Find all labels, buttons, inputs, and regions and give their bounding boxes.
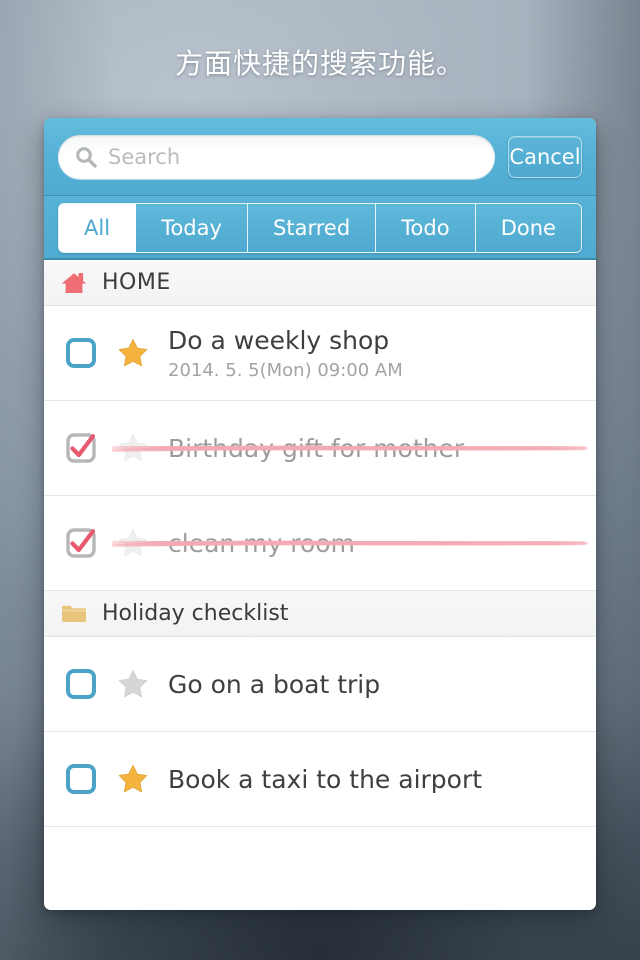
task-title: Do a weekly shop [168, 325, 390, 355]
segmented-control: All Today Starred Todo Done [58, 203, 582, 253]
cancel-button[interactable]: Cancel [508, 136, 582, 178]
star-icon[interactable] [116, 762, 150, 796]
task-text: Birthday gift for mother [112, 433, 588, 463]
filter-tab-bar: All Today Starred Todo Done [44, 196, 596, 260]
tab-starred[interactable]: Starred [248, 204, 377, 252]
section-label: HOME [102, 270, 171, 295]
section-label: Holiday checklist [102, 601, 289, 626]
task-row[interactable]: clean my room [44, 496, 596, 591]
star-icon[interactable] [116, 336, 150, 370]
page-caption: 方面快捷的搜索功能。 [174, 47, 465, 80]
tab-todo[interactable]: Todo [376, 204, 476, 252]
task-text: Go on a boat trip [168, 670, 578, 699]
task-text: Do a weekly shop 2014. 5. 5(Mon) 09:00 AM [168, 326, 578, 381]
checkbox-checked[interactable] [66, 433, 96, 463]
star-icon[interactable] [116, 526, 150, 560]
star-icon[interactable] [116, 431, 150, 465]
tab-done[interactable]: Done [475, 204, 581, 252]
folder-icon [62, 605, 86, 622]
task-title: Book a taxi to the airport [168, 764, 483, 794]
search-bar: Search Cancel [44, 118, 596, 196]
checkbox-checked[interactable] [66, 528, 96, 558]
task-title: Go on a boat trip [168, 669, 381, 699]
search-icon [76, 147, 97, 168]
checkbox-unchecked[interactable] [66, 764, 96, 794]
task-due-date: 2014. 5. 5(Mon) 09:00 AM [168, 359, 403, 381]
home-icon [61, 272, 87, 293]
app-card: Search Cancel All Today Starred Todo Done HO… [44, 118, 596, 910]
task-text: clean my room [112, 528, 588, 558]
task-text: Book a taxi to the airport [168, 765, 578, 794]
list-empty-space [44, 827, 596, 910]
checkbox-unchecked[interactable] [66, 338, 96, 368]
search-placeholder: Search [108, 145, 181, 169]
search-input[interactable]: Search [58, 135, 495, 179]
task-row[interactable]: Birthday gift for mother [44, 401, 596, 496]
section-header-holiday-checklist[interactable]: Holiday checklist [44, 591, 596, 637]
task-list: HOME Do a weekly shop 2014. 5. 5(Mon) 09:0… [44, 260, 596, 827]
task-row[interactable]: Book a taxi to the airport [44, 732, 596, 827]
task-title: clean my room [168, 528, 355, 558]
task-title: Birthday gift for mother [168, 433, 465, 463]
tab-today[interactable]: Today [136, 204, 248, 252]
star-icon[interactable] [116, 667, 150, 701]
checkbox-unchecked[interactable] [66, 669, 96, 699]
task-row[interactable]: Do a weekly shop 2014. 5. 5(Mon) 09:00 AM [44, 306, 596, 401]
tab-all[interactable]: All [59, 204, 137, 252]
task-row[interactable]: Go on a boat trip [44, 637, 596, 732]
section-header-home[interactable]: HOME [44, 260, 596, 306]
